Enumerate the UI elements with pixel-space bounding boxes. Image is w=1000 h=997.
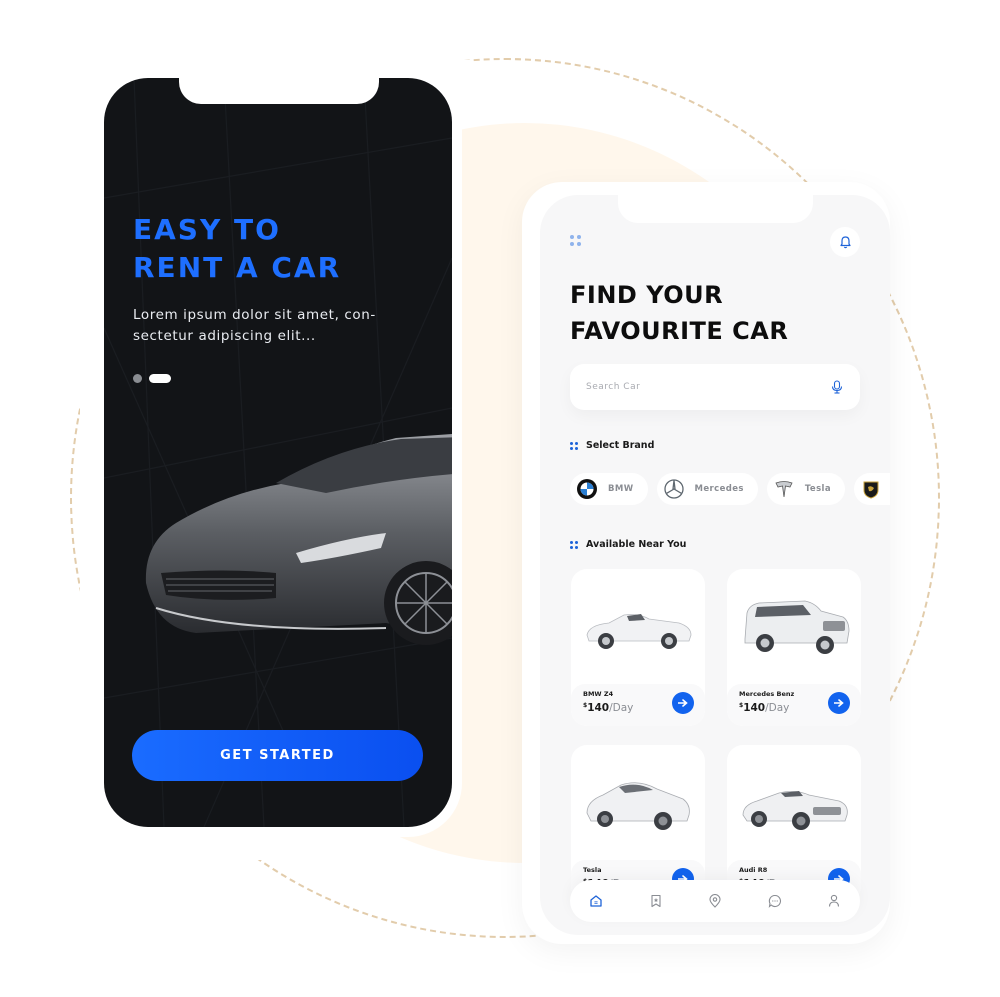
car-name: BMW Z4 bbox=[583, 690, 614, 698]
brand-chip-mercedes[interactable]: Mercedes bbox=[656, 473, 758, 505]
car-name: Mercedes Benz bbox=[739, 690, 795, 698]
car-name: Audi R8 bbox=[739, 866, 768, 874]
grid-dots-icon bbox=[570, 441, 578, 450]
brand-name: BMW bbox=[608, 484, 634, 494]
car-price: $140/Day bbox=[739, 702, 789, 714]
nav-messages[interactable] bbox=[767, 893, 783, 909]
title-line: RENT A CAR bbox=[133, 251, 342, 284]
price-amount: 140 bbox=[743, 702, 766, 714]
bmw-logo-icon bbox=[577, 479, 597, 499]
brand-chip-bmw[interactable]: BMW bbox=[570, 473, 648, 505]
notification-button[interactable] bbox=[830, 227, 860, 257]
user-icon bbox=[828, 894, 840, 907]
brand-chip-lamborghini[interactable]: Lamborghini bbox=[854, 473, 890, 505]
car-card-audi-r8[interactable]: Audi R8 $140/Day bbox=[727, 745, 861, 902]
page-dot[interactable] bbox=[133, 374, 142, 383]
bell-icon bbox=[839, 236, 851, 249]
mercedes-suv-image bbox=[744, 600, 850, 654]
car-card-tesla[interactable]: Tesla $140/Day bbox=[571, 745, 705, 902]
grid-dots-icon bbox=[570, 540, 578, 549]
section-label: Available Near You bbox=[586, 539, 687, 550]
car-price: $140/Day bbox=[583, 702, 633, 714]
nav-profile[interactable] bbox=[826, 893, 842, 909]
tesla-model-3-image bbox=[586, 782, 690, 830]
chat-bubble-icon bbox=[768, 894, 781, 908]
subtitle-line: sectetur adipiscing elit... bbox=[133, 328, 316, 344]
section-label: Select Brand bbox=[586, 440, 655, 451]
onboarding-screen: EASY TO RENT A CAR Lorem ipsum dolor sit… bbox=[104, 78, 452, 827]
title-line: EASY TO bbox=[133, 213, 281, 246]
car-card-mercedes-benz[interactable]: Mercedes Benz $140/Day bbox=[727, 569, 861, 726]
brand-list: BMW Mercedes Tesla Lamborghini bbox=[570, 473, 890, 505]
audi-r8-image bbox=[742, 791, 848, 830]
phone-notch bbox=[179, 78, 379, 104]
home-screen: FIND YOUR FAVOURITE CAR Select Brand BMW bbox=[540, 195, 890, 935]
arrow-right-icon bbox=[678, 699, 688, 707]
price-amount: 140 bbox=[587, 702, 610, 714]
tesla-logo-icon bbox=[775, 481, 793, 498]
bmw-z4-image bbox=[586, 614, 692, 649]
onboarding-title: EASY TO RENT A CAR bbox=[133, 211, 341, 287]
brand-name: Mercedes bbox=[694, 484, 744, 494]
title-line: FAVOURITE CAR bbox=[570, 317, 789, 345]
car-name: Tesla bbox=[583, 866, 602, 874]
view-car-button[interactable] bbox=[672, 692, 694, 714]
grid-dots-icon[interactable] bbox=[570, 235, 582, 247]
card-footer: BMW Z4 $140/Day bbox=[571, 684, 705, 726]
nav-home[interactable] bbox=[588, 893, 604, 909]
lamborghini-logo-icon bbox=[863, 481, 879, 499]
card-footer: Mercedes Benz $140/Day bbox=[727, 684, 861, 726]
price-unit: /Day bbox=[609, 702, 634, 714]
map-pin-icon bbox=[709, 894, 721, 908]
brand-name: Tesla bbox=[804, 484, 831, 494]
car-card-bmw-z4[interactable]: BMW Z4 $140/Day bbox=[571, 569, 705, 726]
onboarding-subtitle: Lorem ipsum dolor sit amet, con- sectetu… bbox=[133, 305, 383, 347]
mercedes-logo-icon bbox=[663, 479, 684, 499]
home-icon bbox=[590, 895, 602, 907]
nav-saved[interactable] bbox=[648, 893, 664, 909]
bottom-navigation bbox=[570, 880, 860, 922]
subtitle-line: Lorem ipsum dolor sit amet, con- bbox=[133, 307, 376, 323]
phone-notch bbox=[618, 195, 813, 223]
available-near-you-heading: Available Near You bbox=[570, 539, 686, 550]
select-brand-heading: Select Brand bbox=[570, 440, 654, 451]
arrow-right-icon bbox=[834, 699, 844, 707]
search-bar bbox=[570, 364, 860, 410]
microphone-icon[interactable] bbox=[830, 380, 844, 394]
bookmark-star-icon bbox=[650, 894, 661, 908]
search-input[interactable] bbox=[586, 382, 830, 392]
page-dot-active[interactable] bbox=[149, 374, 171, 383]
home-title: FIND YOUR FAVOURITE CAR bbox=[570, 277, 788, 349]
brand-chip-tesla[interactable]: Tesla bbox=[766, 473, 845, 505]
nav-location[interactable] bbox=[707, 893, 723, 909]
price-unit: /Day bbox=[765, 702, 790, 714]
get-started-button[interactable]: GET STARTED bbox=[132, 730, 423, 781]
sports-car-image bbox=[145, 434, 452, 645]
page-indicator bbox=[133, 374, 171, 383]
title-line: FIND YOUR bbox=[570, 281, 724, 309]
view-car-button[interactable] bbox=[828, 692, 850, 714]
